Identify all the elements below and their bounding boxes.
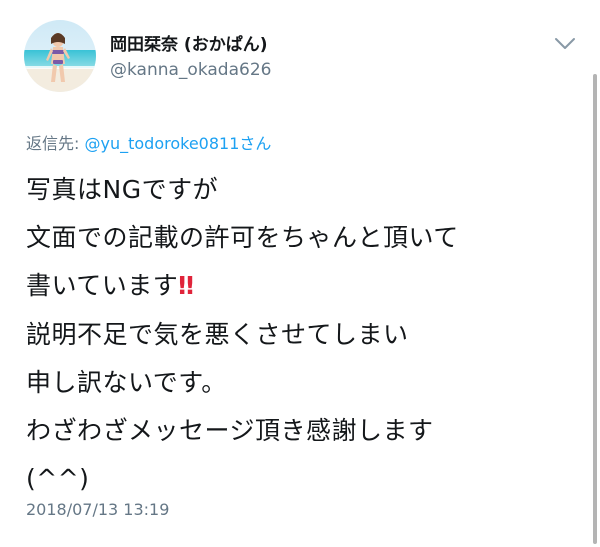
user-handle[interactable]: @kanna_okada626: [110, 60, 271, 80]
reply-prefix: 返信先:: [26, 134, 85, 153]
avatar-beach-photo-icon: [24, 20, 96, 92]
scrollbar[interactable]: [593, 74, 597, 544]
tweet-line: 書いています‼: [26, 262, 582, 310]
tweet-text: 写真はNGですが 文面での記載の許可をちゃんと頂いて 書いています‼ 説明不足で…: [26, 166, 582, 503]
tweet-line: わざわざメッセージ頂き感謝します: [26, 416, 434, 446]
chevron-down-icon[interactable]: [554, 36, 576, 50]
tweet-card: 岡田栞奈 (おかぱん) @kanna_okada626 返信先: @yu_tod…: [0, 0, 600, 547]
reply-context: 返信先: @yu_todoroke0811さん: [26, 130, 271, 154]
tweet-line: 申し訳ないです。: [26, 367, 227, 397]
tweet-line-text: 書いています: [26, 271, 179, 301]
tweet-timestamp[interactable]: 2018/07/13 13:19: [26, 500, 169, 519]
tweet-header: 岡田栞奈 (おかぱん) @kanna_okada626: [24, 20, 584, 92]
tweet-line: 文面での記載の許可をちゃんと頂いて: [26, 223, 459, 253]
display-name[interactable]: 岡田栞奈 (おかぱん): [110, 30, 267, 55]
avatar[interactable]: [24, 20, 96, 92]
tweet-line: (^^): [26, 464, 90, 494]
double-exclamation-icon: ‼: [178, 271, 194, 301]
tweet-line: 説明不足で気を悪くさせてしまい: [26, 319, 409, 349]
reply-mention-link[interactable]: @yu_todoroke0811さん: [84, 134, 271, 153]
tweet-line: 写真はNGですが: [26, 175, 219, 204]
